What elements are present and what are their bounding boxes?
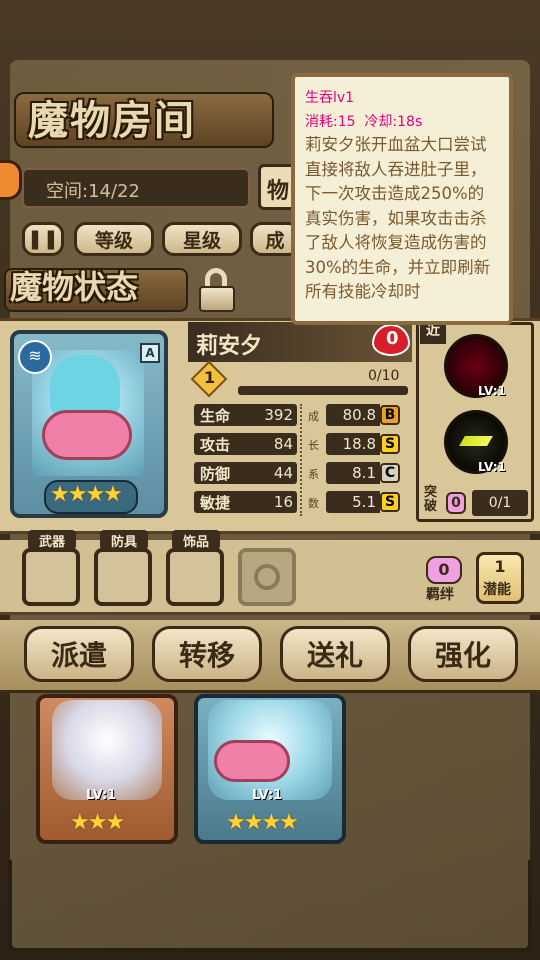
card2-level: LV:1 [252,788,283,803]
card2-stars: ★★★★ [226,810,299,835]
stat-label: 防御 [194,462,261,484]
forbidden-icon [254,564,280,590]
accessory-label: 饰品 [172,530,220,550]
page-title: 魔物房间 [28,97,196,144]
growth-grade: S [380,492,400,512]
bottom-frame [8,860,532,952]
potential-count: 1 [494,557,506,576]
growth-grade: S [380,434,400,454]
stat-value: 16 [261,491,297,513]
skill-tooltip: 生吞lv1 消耗:15 冷却:18s 莉安夕张开血盆大口尝试直接将敌人吞进肚子里… [291,73,513,325]
accessory-slot[interactable] [166,548,224,606]
back-arrow-button[interactable] [0,160,22,200]
stat-value: 392 [261,404,297,426]
section-title: 魔物状态 [10,268,139,306]
growth-value: 80.8 [326,404,380,426]
card2-ring [214,740,290,782]
monster-float-ring [42,410,132,460]
pause-button[interactable]: ❚❚ [22,222,64,256]
heart-count: 0 [386,328,399,349]
enhance-button[interactable]: 强化 [408,626,518,682]
sort-level-button[interactable]: 等级 [74,222,154,256]
element-water-icon: ≋ [18,340,52,374]
card1-art [52,700,162,800]
dash-skill-mark [459,436,493,446]
skill1-level: LV:1 [478,384,506,398]
weapon-slot[interactable] [22,548,80,606]
locked-slot [238,548,296,606]
stat-label: 生命 [194,404,261,426]
armor-slot[interactable] [94,548,152,606]
monster-hair [50,355,120,415]
exp-bar [238,386,408,395]
growth-char: 系 [308,468,319,481]
growth-char: 长 [308,439,319,452]
space-count: 空间:14/22 [46,181,140,202]
stat-value: 44 [261,462,297,484]
growth-grade: B [380,405,400,425]
monster-name: 莉安夕 [196,334,263,359]
card1-level: LV:1 [86,788,117,803]
pause-icon: ❚❚ [27,228,59,250]
transfer-button[interactable]: 转移 [152,626,262,682]
skill-name: 生吞lv1 [305,90,355,106]
breakthrough-progress: 0/1 [472,490,528,516]
breakthrough-badge: 0 [446,492,466,514]
skill2-level: LV:1 [478,460,506,474]
portrait-stars: ★★★★ [50,482,123,507]
level-number: 1 [204,368,216,387]
card1-stars: ★★★ [70,810,125,835]
bond-count: 0 [426,556,462,584]
stat-label: 攻击 [194,433,261,455]
growth-char: 成 [308,410,319,423]
bond-button[interactable]: 0 羁绊 [424,556,466,603]
weapon-label: 武器 [28,530,76,550]
exp-value: 0/10 [368,368,400,384]
growth-value: 5.1 [326,491,380,513]
armor-label: 防具 [100,530,148,550]
gift-button[interactable]: 送礼 [280,626,390,682]
breakthrough-label: 突破 [424,485,438,514]
growth-divider [300,404,304,516]
potential-button[interactable]: 1 潜能 [476,552,524,604]
growth-char: 数 [308,497,319,510]
rank-badge: A [140,343,160,363]
potential-label: 潜能 [483,582,511,598]
dispatch-button[interactable]: 派遣 [24,626,134,682]
growth-grade: C [380,463,400,483]
skill-cost-cooldown: 消耗:15 冷却:18s [305,114,423,130]
sort-star-button[interactable]: 星级 [162,222,242,256]
growth-value: 18.8 [326,433,380,455]
skill-description: 莉安夕张开血盆大口尝试直接将敌人吞进肚子里，下一次攻击造成250%的真实伤害，如… [305,135,491,301]
bond-label: 羁绊 [426,587,454,603]
growth-value: 8.1 [326,462,380,484]
lock-icon[interactable] [196,268,240,312]
stat-value: 84 [261,433,297,455]
stat-label: 敏捷 [194,491,261,513]
